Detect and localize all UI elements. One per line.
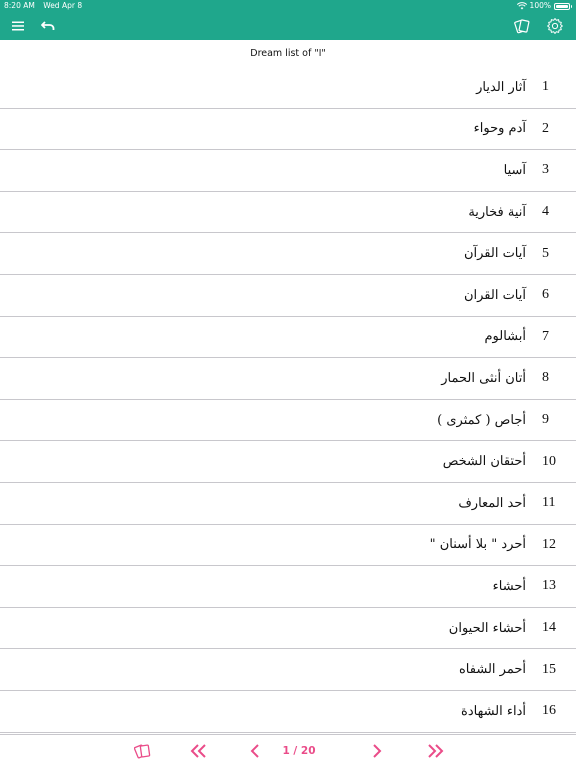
settings-button[interactable] xyxy=(543,15,567,37)
prev-page-button[interactable] xyxy=(246,739,264,763)
gear-icon xyxy=(547,18,563,34)
toolbar xyxy=(0,12,576,40)
list-item-number: 7 xyxy=(542,328,549,344)
list-item-number: 5 xyxy=(542,245,549,261)
list-item-number: 6 xyxy=(542,287,549,303)
double-chevron-right-icon xyxy=(428,744,444,758)
list-item[interactable]: أحمر الشفاه 15 xyxy=(0,649,576,691)
list-item-number: 14 xyxy=(542,620,556,636)
list-item[interactable]: آثار الديار 1 xyxy=(0,67,576,109)
list-item-label: أبشالوم xyxy=(484,329,526,345)
battery-percent: 100% xyxy=(529,1,551,10)
list-item[interactable]: أحتقان الشخص 10 xyxy=(0,441,576,483)
list-item-number: 2 xyxy=(542,120,549,136)
hamburger-menu-icon xyxy=(12,21,24,31)
list-item-label: أحتقان الشخص xyxy=(442,454,526,470)
list-item[interactable]: أحرد " بلا أسنان " 12 xyxy=(0,525,576,567)
page-title: Dream list of "ا" xyxy=(250,48,326,59)
list-item-number: 12 xyxy=(542,536,556,552)
menu-button[interactable] xyxy=(6,15,30,37)
list-item-label: آسيا xyxy=(503,162,526,178)
list-item[interactable]: أجاص ( كمثرى ) 9 xyxy=(0,400,576,442)
battery-icon xyxy=(554,2,572,10)
first-page-button[interactable] xyxy=(188,739,210,763)
list-item[interactable]: آدم وحواء 2 xyxy=(0,109,576,151)
list-item[interactable]: آنية فخارية 4 xyxy=(0,192,576,234)
page-indicator: 1 / 20 xyxy=(282,745,316,757)
back-button[interactable] xyxy=(36,15,60,37)
cards-button[interactable] xyxy=(510,15,534,37)
app-header: 8:20 AM Wed Apr 8 100% xyxy=(0,0,576,40)
next-page-button[interactable] xyxy=(368,739,386,763)
list-item[interactable]: آيات القران 6 xyxy=(0,275,576,317)
list-item[interactable]: أحد المعارف 11 xyxy=(0,483,576,525)
cards-icon xyxy=(134,744,151,759)
list-item-label: آيات القران xyxy=(463,287,526,303)
wifi-icon xyxy=(516,2,527,10)
list-item-label: أتان أنثى الحمار xyxy=(441,370,526,386)
list-item[interactable]: أداء الشهادة 16 xyxy=(0,691,576,733)
status-bar: 8:20 AM Wed Apr 8 100% xyxy=(0,0,576,12)
footer-cards-button[interactable] xyxy=(132,739,154,763)
list-item[interactable]: أتان أنثى الحمار 8 xyxy=(0,358,576,400)
status-left: 8:20 AM Wed Apr 8 xyxy=(4,0,88,12)
list-item-label: أداء الشهادة xyxy=(461,703,526,719)
list-item-number: 11 xyxy=(542,495,556,511)
list-item-number: 15 xyxy=(542,661,556,677)
list-item-label: أحشاء xyxy=(492,578,526,594)
list-item-label: أحشاء الحيوان xyxy=(448,620,526,636)
list-item[interactable]: آسيا 3 xyxy=(0,150,576,192)
list-item-label: آدم وحواء xyxy=(473,121,526,137)
list-item-number: 4 xyxy=(542,204,549,220)
list-item-label: آنية فخارية xyxy=(468,204,526,220)
list-item-label: أحرد " بلا أسنان " xyxy=(429,537,526,553)
cards-icon xyxy=(514,19,530,34)
list-item-number: 10 xyxy=(542,453,556,469)
status-right: 100% xyxy=(516,0,572,12)
list-item-number: 3 xyxy=(542,162,549,178)
status-time: 8:20 AM xyxy=(4,1,35,10)
list-item-label: أحمر الشفاه xyxy=(459,662,526,678)
list-item-number: 16 xyxy=(542,703,556,719)
list-item[interactable]: أبشالوم 7 xyxy=(0,317,576,359)
list-item-label: آثار الديار xyxy=(476,79,526,95)
chevron-left-icon xyxy=(250,744,259,758)
list-item[interactable]: أحشاء الحيوان 14 xyxy=(0,608,576,650)
last-page-button[interactable] xyxy=(424,739,446,763)
list-item[interactable]: آيات القرآن 5 xyxy=(0,233,576,275)
list-item-number: 8 xyxy=(542,370,549,386)
dream-list: آثار الديار 1 آدم وحواء 2 آسيا 3 آنية فخارية 4 آ… xyxy=(0,67,576,734)
list-item-number: 9 xyxy=(542,412,549,428)
undo-arrow-icon xyxy=(41,21,55,30)
list-item[interactable]: أحشاء 13 xyxy=(0,566,576,608)
status-date: Wed Apr 8 xyxy=(43,1,83,10)
double-chevron-left-icon xyxy=(190,744,206,758)
list-item-number: 1 xyxy=(542,79,549,95)
list-item-label: أحد المعارف xyxy=(458,495,526,511)
footer-toolbar: 1 / 20 xyxy=(0,734,576,768)
chevron-right-icon xyxy=(373,744,382,758)
list-item-label: أجاص ( كمثرى ) xyxy=(437,412,526,428)
list-item-number: 13 xyxy=(542,578,556,594)
list-item-label: آيات القرآن xyxy=(463,246,526,262)
